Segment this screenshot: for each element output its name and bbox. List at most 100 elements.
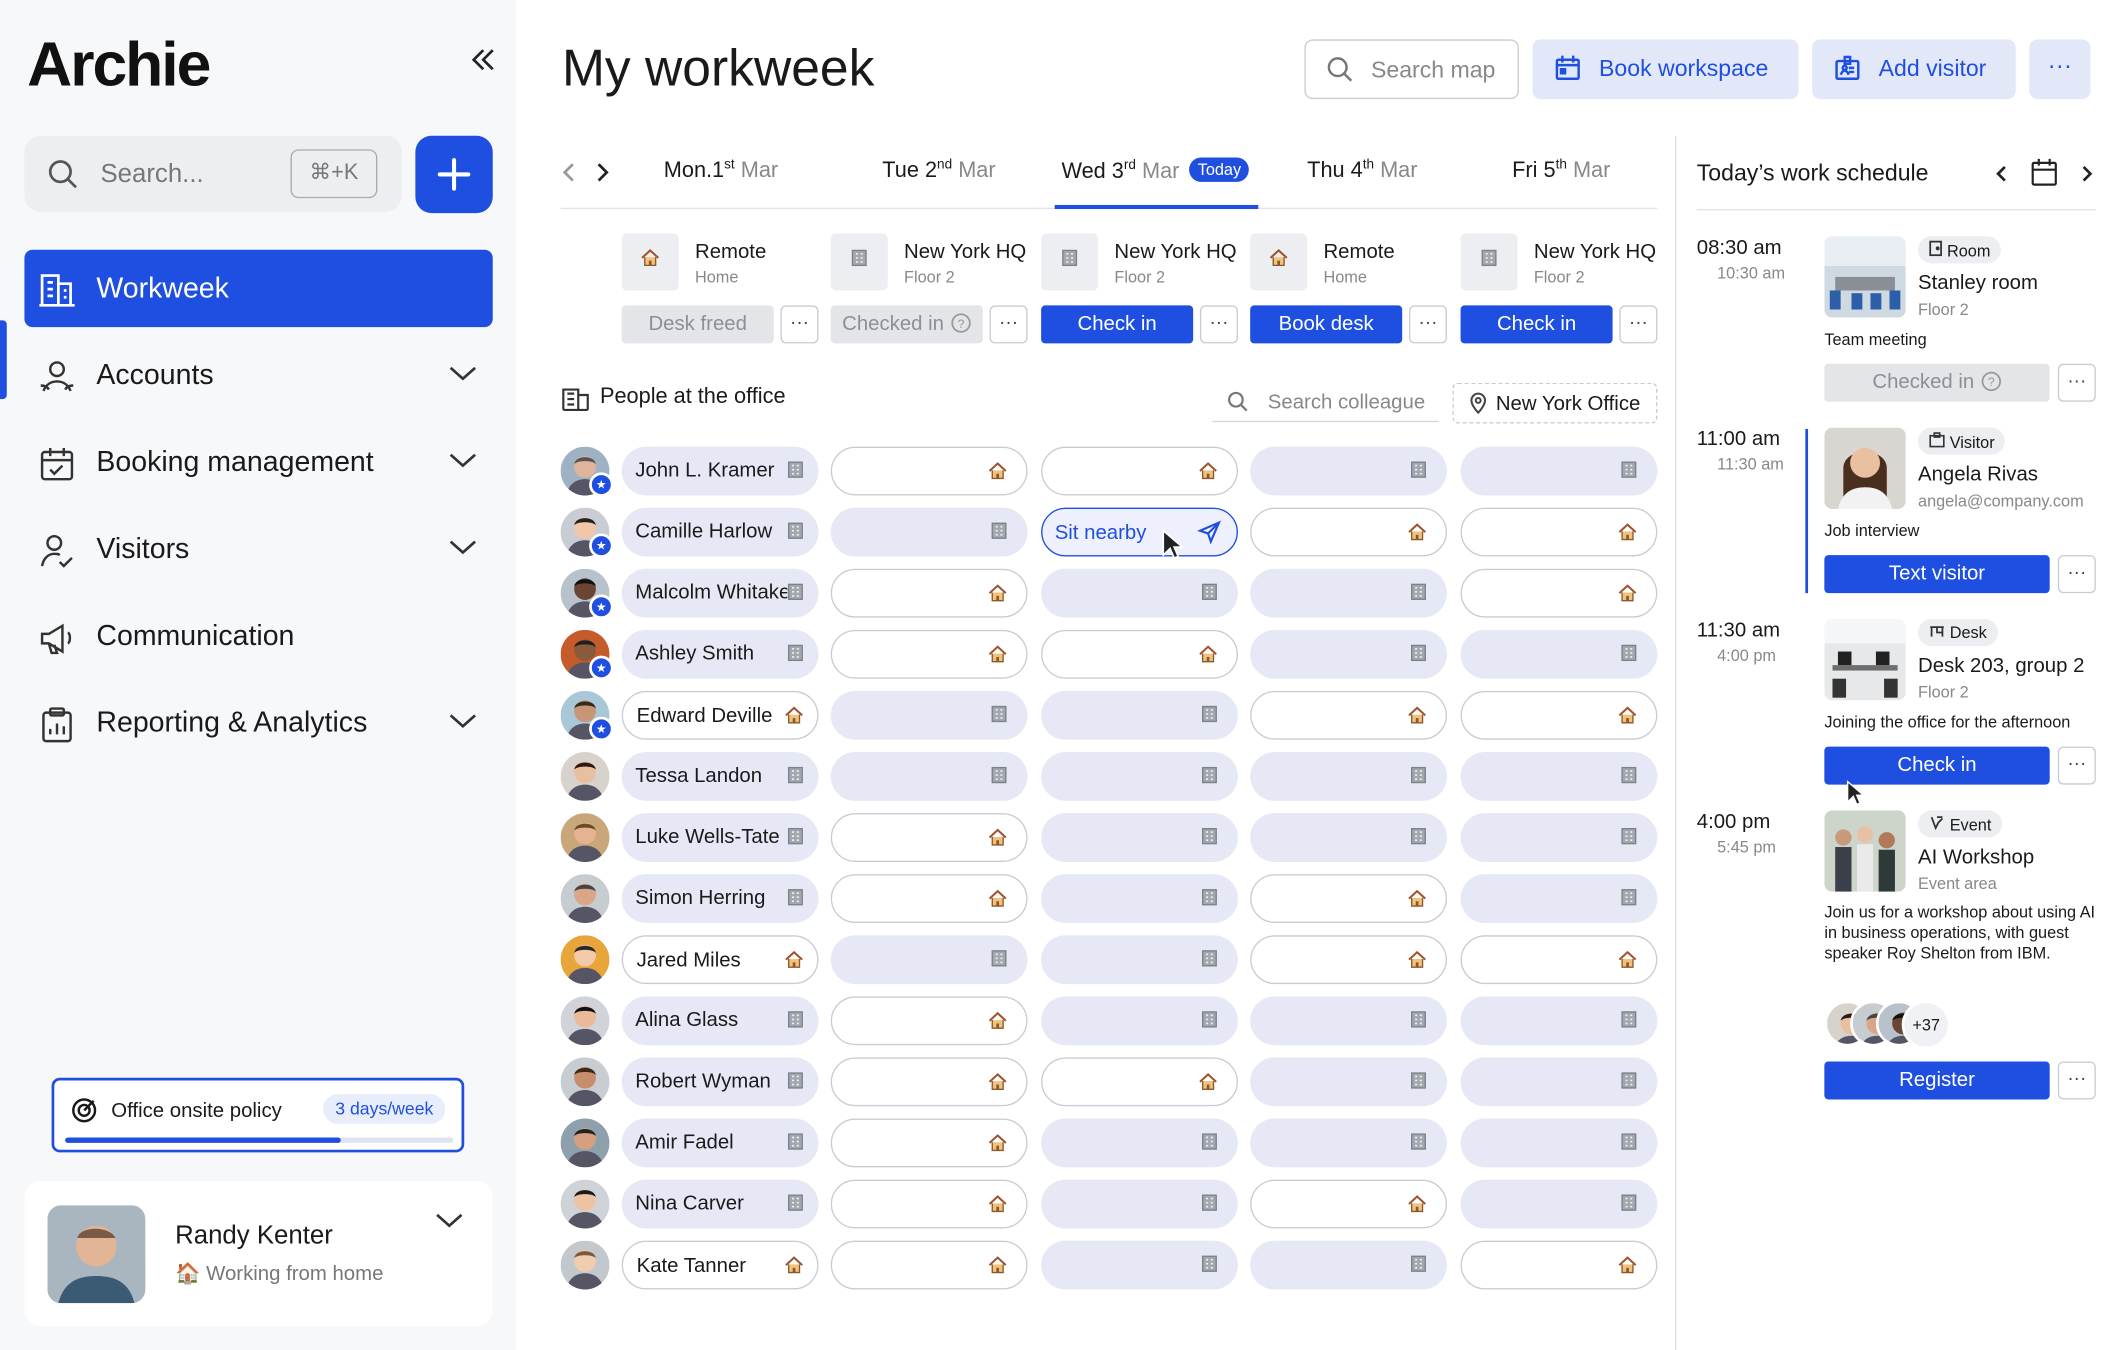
day-action-button[interactable]: Desk freed xyxy=(621,305,774,344)
day-status-cell[interactable] xyxy=(830,507,1028,557)
day-status-cell[interactable] xyxy=(830,935,1028,985)
tab-day-5[interactable]: Fri 5th Mar xyxy=(1512,157,1610,183)
avatar[interactable] xyxy=(560,996,610,1046)
schedule-more-button[interactable]: ··· xyxy=(2057,1061,2096,1100)
attendee-count[interactable]: +37 xyxy=(1901,1000,1951,1050)
day-status-cell[interactable] xyxy=(1250,751,1447,801)
day-status-cell[interactable] xyxy=(830,446,1028,496)
more-options-button[interactable]: ··· xyxy=(2029,39,2091,100)
schedule-action-button[interactable]: Check in xyxy=(1824,746,2050,785)
day-status-cell[interactable] xyxy=(1460,874,1658,924)
person-name-pill[interactable]: Jared Miles xyxy=(621,935,819,985)
day-action-button[interactable]: Check in xyxy=(1460,305,1613,344)
person-name-pill[interactable]: Ashley Smith xyxy=(621,629,819,679)
day-status-cell[interactable] xyxy=(1460,629,1658,679)
day-more-button[interactable]: ··· xyxy=(1619,305,1658,344)
day-more-button[interactable]: ··· xyxy=(1199,305,1238,344)
day-status-cell[interactable] xyxy=(830,629,1028,679)
day-status-cell[interactable] xyxy=(1460,751,1658,801)
day-action-button[interactable]: Checked in ? xyxy=(830,305,983,344)
day-status-cell[interactable] xyxy=(1460,446,1658,496)
day-status-cell[interactable] xyxy=(1460,1118,1658,1168)
day-status-cell[interactable] xyxy=(1460,996,1658,1046)
person-name-pill[interactable]: Camille Harlow xyxy=(621,507,819,557)
day-status-cell[interactable] xyxy=(830,690,1028,740)
day-status-cell[interactable] xyxy=(1250,690,1447,740)
avatar[interactable] xyxy=(560,1057,610,1107)
person-name-pill[interactable]: Luke Wells-Tate xyxy=(621,813,819,862)
prev-week-icon[interactable] xyxy=(561,160,577,191)
day-status-cell[interactable] xyxy=(1460,568,1658,618)
nav-booking-management[interactable]: Booking management xyxy=(24,424,492,501)
day-status-cell[interactable] xyxy=(1250,935,1447,985)
day-status-cell[interactable] xyxy=(1460,1179,1658,1229)
day-status-cell[interactable] xyxy=(1250,1118,1447,1168)
collapse-sidebar-icon[interactable] xyxy=(467,43,500,76)
schedule-more-button[interactable]: ··· xyxy=(2057,363,2096,402)
avatar[interactable] xyxy=(560,1179,610,1229)
day-status-cell[interactable] xyxy=(1250,1240,1447,1290)
person-name-pill[interactable]: Nina Carver xyxy=(621,1179,819,1229)
day-more-button[interactable]: ··· xyxy=(780,305,819,344)
day-status-cell[interactable] xyxy=(1460,1057,1658,1107)
avatar[interactable] xyxy=(560,1118,610,1168)
day-action-button[interactable]: Check in xyxy=(1041,305,1194,344)
day-status-cell[interactable] xyxy=(1460,507,1658,557)
day-status-cell[interactable] xyxy=(1250,507,1447,557)
avatar[interactable] xyxy=(560,874,610,924)
day-status-cell[interactable] xyxy=(1041,1240,1238,1290)
day-status-cell[interactable] xyxy=(1250,1057,1447,1107)
day-status-cell[interactable] xyxy=(1041,751,1238,801)
day-status-cell[interactable] xyxy=(1041,1179,1238,1229)
create-button[interactable] xyxy=(415,135,493,214)
prev-day-icon[interactable] xyxy=(1995,164,2009,190)
avatar[interactable] xyxy=(560,813,610,862)
search-colleague-input[interactable]: Search colleague xyxy=(1212,384,1439,423)
day-status-cell[interactable] xyxy=(1250,568,1447,618)
day-status-cell[interactable] xyxy=(1041,446,1238,496)
avatar[interactable] xyxy=(560,751,610,801)
person-name-pill[interactable]: Kate Tanner xyxy=(621,1240,819,1290)
tab-day-3[interactable]: Wed 3rd Mar Today xyxy=(1061,157,1250,184)
day-status-cell[interactable] xyxy=(1250,874,1447,924)
day-action-button[interactable]: Book desk xyxy=(1250,305,1403,344)
day-status-cell[interactable] xyxy=(830,996,1028,1046)
chevron-down-icon[interactable] xyxy=(448,364,478,390)
day-status-cell[interactable] xyxy=(830,874,1028,924)
day-status-cell[interactable] xyxy=(1041,629,1238,679)
day-status-cell[interactable] xyxy=(1041,568,1238,618)
sit-nearby-button[interactable]: Sit nearby xyxy=(1041,507,1238,557)
schedule-action-button[interactable]: Register xyxy=(1824,1061,2050,1100)
next-day-icon[interactable] xyxy=(2080,164,2094,190)
nav-accounts[interactable]: Accounts xyxy=(24,337,492,414)
day-status-cell[interactable] xyxy=(1250,813,1447,862)
nav-reporting-analytics[interactable]: Reporting & Analytics xyxy=(24,684,492,761)
day-status-cell[interactable] xyxy=(830,1240,1028,1290)
day-more-button[interactable]: ··· xyxy=(989,305,1028,344)
add-visitor-button[interactable]: Add visitor xyxy=(1812,39,2016,100)
day-status-cell[interactable] xyxy=(1041,1118,1238,1168)
day-more-button[interactable]: ··· xyxy=(1408,305,1447,344)
schedule-action-button[interactable]: Checked in ? xyxy=(1824,363,2050,402)
office-policy-card[interactable]: Office onsite policy 3 days/week xyxy=(51,1077,465,1153)
nav-workweek[interactable]: Workweek xyxy=(24,249,493,328)
day-status-cell[interactable] xyxy=(830,1179,1028,1229)
chevron-down-icon[interactable] xyxy=(434,1211,464,1237)
person-name-pill[interactable]: Edward Deville xyxy=(621,690,819,740)
day-status-cell[interactable] xyxy=(1250,1179,1447,1229)
nav-visitors[interactable]: Visitors xyxy=(24,510,492,587)
next-week-icon[interactable] xyxy=(595,160,611,191)
day-status-cell[interactable] xyxy=(1250,996,1447,1046)
search-map-input[interactable]: Search map xyxy=(1304,39,1519,100)
calendar-icon[interactable] xyxy=(2031,157,2058,194)
nav-communication[interactable]: Communication xyxy=(24,597,492,674)
day-status-cell[interactable] xyxy=(830,1057,1028,1107)
schedule-more-button[interactable]: ··· xyxy=(2057,746,2096,785)
person-name-pill[interactable]: Alina Glass xyxy=(621,996,819,1046)
office-selector[interactable]: New York Office xyxy=(1452,382,1658,424)
person-name-pill[interactable]: Robert Wyman xyxy=(621,1057,819,1107)
person-name-pill[interactable]: Amir Fadel xyxy=(621,1118,819,1168)
day-status-cell[interactable] xyxy=(1250,446,1447,496)
day-status-cell[interactable] xyxy=(830,813,1028,862)
person-name-pill[interactable]: Malcolm Whitaker xyxy=(621,568,819,618)
